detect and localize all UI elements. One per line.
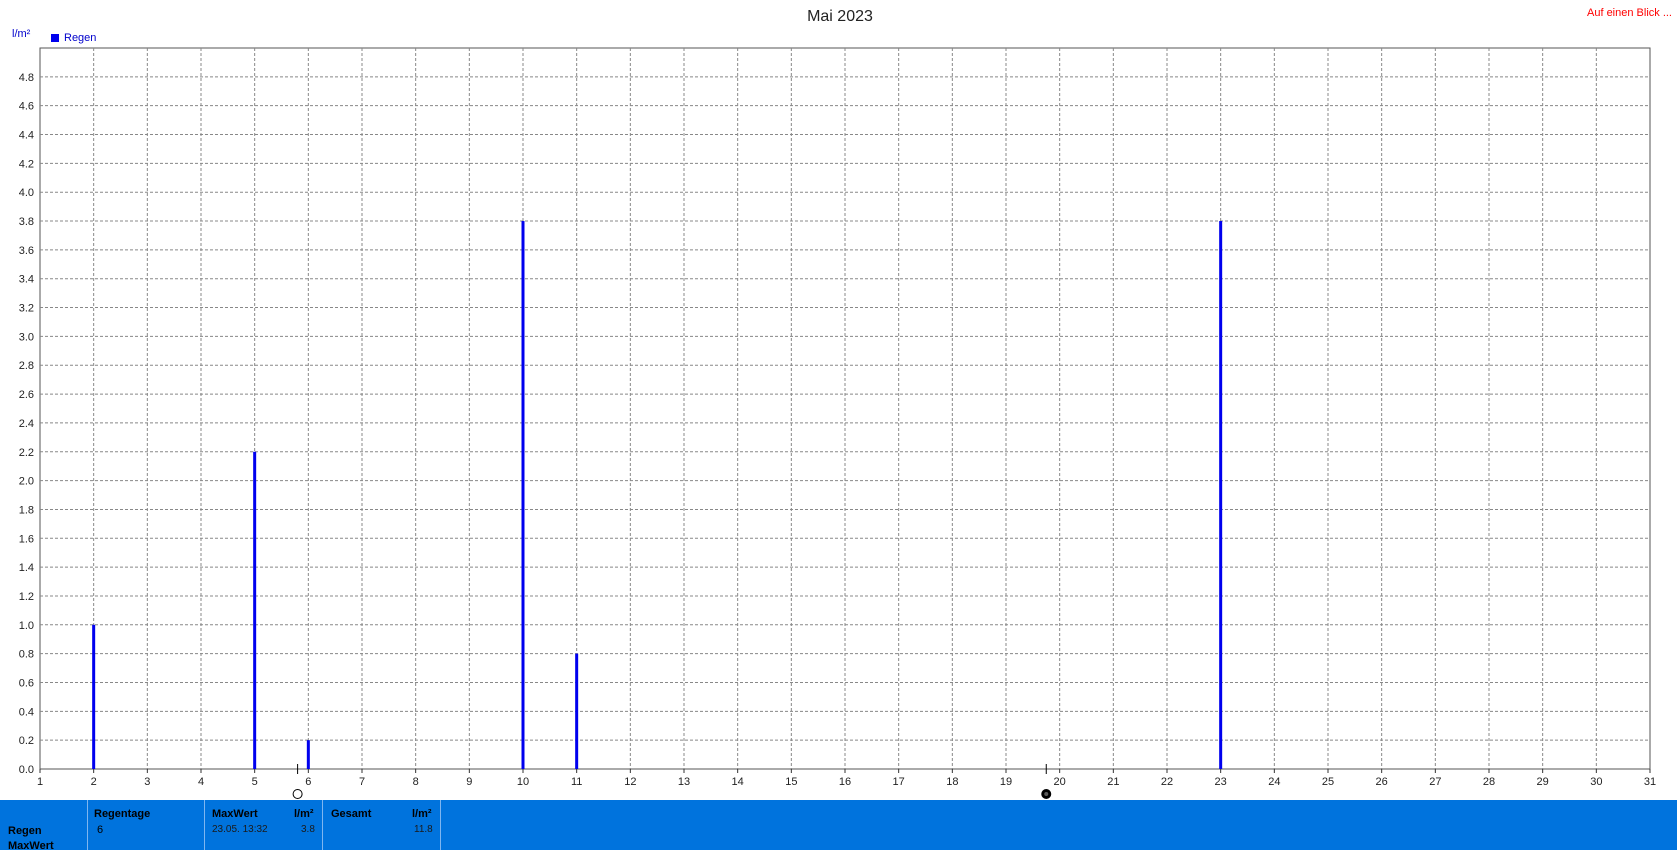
gesamt-panel: Gesamt l/m² 11.8 (322, 800, 441, 850)
y-tick-label: 0.8 (19, 649, 34, 661)
summary-footer: Regen MaxWert Regentage 6 MaxWert l/m² 2… (0, 800, 1677, 852)
y-tick-label: 3.4 (19, 274, 34, 286)
maxwert-panel: MaxWert l/m² 23.05. 13:32 3.8 (204, 800, 323, 850)
x-tick-label: 29 (1537, 776, 1549, 788)
overview-link[interactable]: Auf einen Blick ... (1587, 7, 1672, 19)
x-tick-label: 8 (413, 776, 419, 788)
y-tick-label: 0.6 (19, 677, 34, 689)
y-tick-label: 1.8 (19, 504, 34, 516)
y-tick-label: 3.6 (19, 245, 34, 257)
y-tick-label: 0.0 (19, 764, 34, 776)
x-tick-label: 22 (1161, 776, 1173, 788)
x-tick-label: 10 (517, 776, 529, 788)
x-tick-label: 21 (1107, 776, 1119, 788)
maxwert-value: 3.8 (301, 824, 315, 835)
gesamt-value: 11.8 (414, 824, 433, 835)
rain-bar (306, 740, 310, 769)
x-tick-label: 23 (1215, 776, 1227, 788)
x-tick-label: 24 (1268, 776, 1280, 788)
y-tick-label: 4.2 (19, 158, 34, 170)
x-tick-label: 16 (839, 776, 851, 788)
y-tick-label: 2.0 (19, 476, 34, 488)
x-tick-label: 20 (1054, 776, 1066, 788)
x-tick-label: 18 (946, 776, 958, 788)
x-tick-label: 11 (571, 776, 582, 788)
x-tick-label: 4 (198, 776, 204, 788)
x-tick-label: 14 (732, 776, 744, 788)
y-tick-label: 1.0 (19, 620, 34, 632)
x-tick-label: 25 (1322, 776, 1334, 788)
x-tick-label: 3 (144, 776, 150, 788)
maxwert-unit: l/m² (294, 808, 314, 820)
y-tick-label: 0.2 (19, 735, 34, 747)
rain-bar (253, 451, 257, 769)
y-tick-label: 0.4 (19, 706, 34, 718)
y-tick-label: 4.0 (19, 187, 34, 199)
x-tick-label: 19 (1000, 776, 1012, 788)
x-tick-label: 17 (893, 776, 905, 788)
gesamt-label: Gesamt (331, 808, 372, 820)
y-tick-label: 2.2 (19, 447, 34, 459)
y-tick-label: 4.6 (19, 101, 34, 113)
x-tick-label: 12 (624, 776, 636, 788)
y-tick-label: 4.4 (19, 130, 34, 142)
x-tick-label: 13 (678, 776, 690, 788)
rain-bar (92, 624, 96, 769)
x-tick-label: 7 (359, 776, 365, 788)
maxwert-datetime: 23.05. 13:32 (212, 824, 268, 835)
rain-bar (521, 221, 525, 770)
x-tick-label: 5 (252, 776, 258, 788)
x-tick-label: 9 (466, 776, 472, 788)
x-tick-label: 27 (1429, 776, 1441, 788)
x-tick-label: 26 (1376, 776, 1388, 788)
x-tick-label: 30 (1590, 776, 1602, 788)
chart-title: Mai 2023 (807, 8, 873, 25)
new-moon-icon (292, 789, 303, 799)
y-tick-label: 2.6 (19, 389, 34, 401)
full-moon-highlight (1044, 792, 1049, 796)
x-tick-label: 6 (305, 776, 311, 788)
y-tick-label: 2.4 (19, 418, 34, 430)
y-tick-label: 1.2 (19, 591, 34, 603)
x-tick-label: 28 (1483, 776, 1495, 788)
y-tick-label: 1.4 (19, 562, 34, 574)
y-tick-label: 2.8 (19, 360, 34, 372)
x-tick-label: 31 (1644, 776, 1656, 788)
y-axis-unit-label: l/m² (12, 28, 31, 40)
y-tick-label: 3.8 (19, 216, 34, 228)
gesamt-unit: l/m² (412, 808, 432, 820)
regentage-panel: Regentage 6 (87, 800, 205, 850)
footer-row-label-maxwert: MaxWert (8, 840, 54, 852)
footer-row-label-regen: Regen (8, 825, 42, 837)
rain-bar (1219, 221, 1223, 770)
x-tick-label: 15 (785, 776, 797, 788)
legend-label: Regen (64, 32, 96, 44)
maxwert-label: MaxWert (212, 808, 258, 820)
y-tick-label: 3.0 (19, 331, 34, 343)
y-tick-label: 1.6 (19, 533, 34, 545)
x-tick-label: 1 (37, 776, 43, 788)
rain-chart: Mai 2023 Auf einen Blick ... l/m² Regen … (12, 7, 1672, 799)
rain-bar (575, 653, 579, 769)
legend-swatch (51, 34, 59, 42)
footer-divider-end (440, 800, 442, 850)
y-tick-label: 3.2 (19, 303, 34, 315)
regentage-value: 6 (97, 824, 104, 836)
y-tick-label: 4.8 (19, 72, 34, 84)
x-tick-label: 2 (91, 776, 97, 788)
regentage-label: Regentage (94, 808, 151, 820)
